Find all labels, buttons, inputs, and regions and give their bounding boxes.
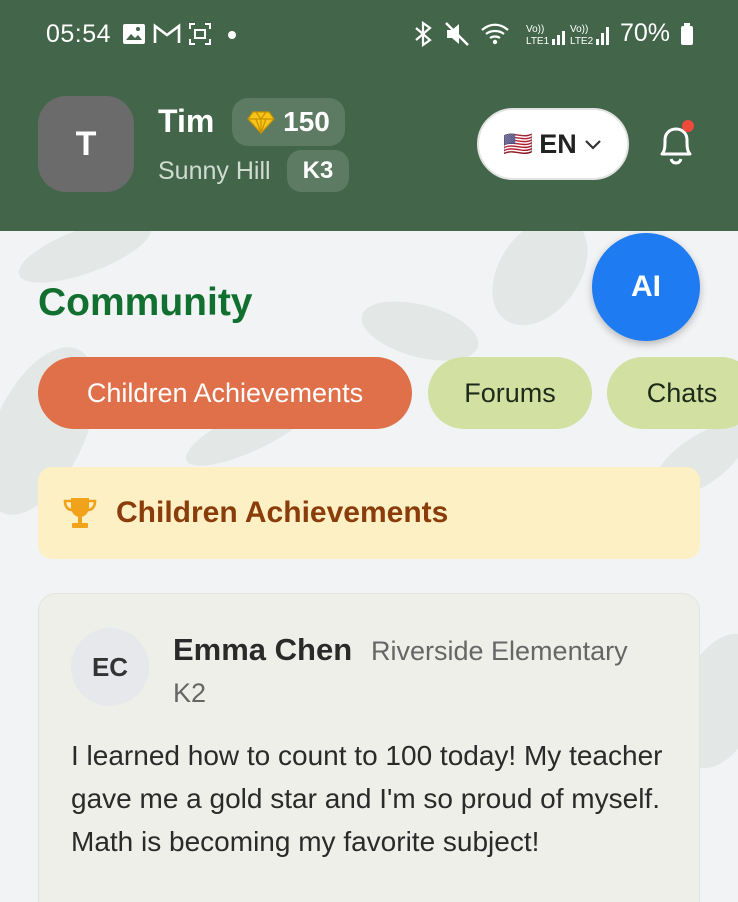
svg-text:LTE1: LTE1 xyxy=(526,36,550,47)
ai-assistant-button[interactable]: AI xyxy=(592,233,700,341)
user-name: Tim xyxy=(158,103,215,139)
school-name: Sunny Hill xyxy=(158,157,271,185)
trophy-icon xyxy=(63,498,97,528)
post-author: Emma Chen xyxy=(173,632,353,667)
avatar[interactable]: T xyxy=(38,96,134,192)
status-right: Vo)) LTE1 Vo)) LTE2 70% xyxy=(412,19,694,48)
status-time: 05:54 xyxy=(46,20,112,48)
flag-icon: 🇺🇸 xyxy=(503,130,534,158)
signal-icon: Vo)) LTE1 Vo)) LTE2 xyxy=(526,24,609,47)
language-label: EN xyxy=(539,128,577,159)
diamond-icon xyxy=(247,111,275,134)
svg-text:Vo)): Vo)) xyxy=(570,24,588,35)
wifi-icon xyxy=(481,23,509,44)
bluetooth-icon xyxy=(415,20,432,47)
section-header: Children Achievements xyxy=(38,467,700,559)
chevron-down-icon xyxy=(584,140,601,150)
gmail-icon xyxy=(153,23,181,43)
section-title: Children Achievements xyxy=(116,496,449,529)
post-school: Riverside Elementary xyxy=(371,636,628,666)
content-area: Community AI Children Achievements Forum… xyxy=(0,231,738,902)
points-value: 150 xyxy=(283,106,330,137)
mute-icon xyxy=(445,21,469,46)
page-title: Community xyxy=(38,281,253,324)
achievement-post[interactable]: EC Emma Chen Riverside Elementary K2 I l… xyxy=(38,593,700,902)
svg-text:Vo)): Vo)) xyxy=(526,24,544,35)
app-header: 05:54 Vo)) LTE1 Vo)) LTE2 70% T Tim 150 … xyxy=(0,0,738,231)
notification-bell-icon[interactable] xyxy=(654,118,698,168)
dot-icon xyxy=(228,31,236,39)
status-bar: 05:54 Vo)) LTE1 Vo)) LTE2 70% xyxy=(0,0,738,70)
grade-badge: K3 xyxy=(287,150,349,192)
tab-children-achievements[interactable]: Children Achievements xyxy=(38,357,412,429)
language-selector[interactable]: 🇺🇸 EN xyxy=(477,108,629,180)
post-grade: K2 xyxy=(173,678,207,708)
post-text: I learned how to count to 100 today! My … xyxy=(71,740,663,857)
battery-percent: 70% xyxy=(619,19,670,47)
tab-forums[interactable]: Forums xyxy=(428,357,592,429)
screenshot-icon xyxy=(189,23,211,45)
battery-icon xyxy=(681,22,693,45)
tab-chats[interactable]: Chats xyxy=(607,357,738,429)
svg-text:LTE2: LTE2 xyxy=(570,36,594,47)
points-badge: 150 xyxy=(232,98,345,146)
gallery-icon xyxy=(123,24,145,44)
post-avatar: EC xyxy=(71,628,149,706)
